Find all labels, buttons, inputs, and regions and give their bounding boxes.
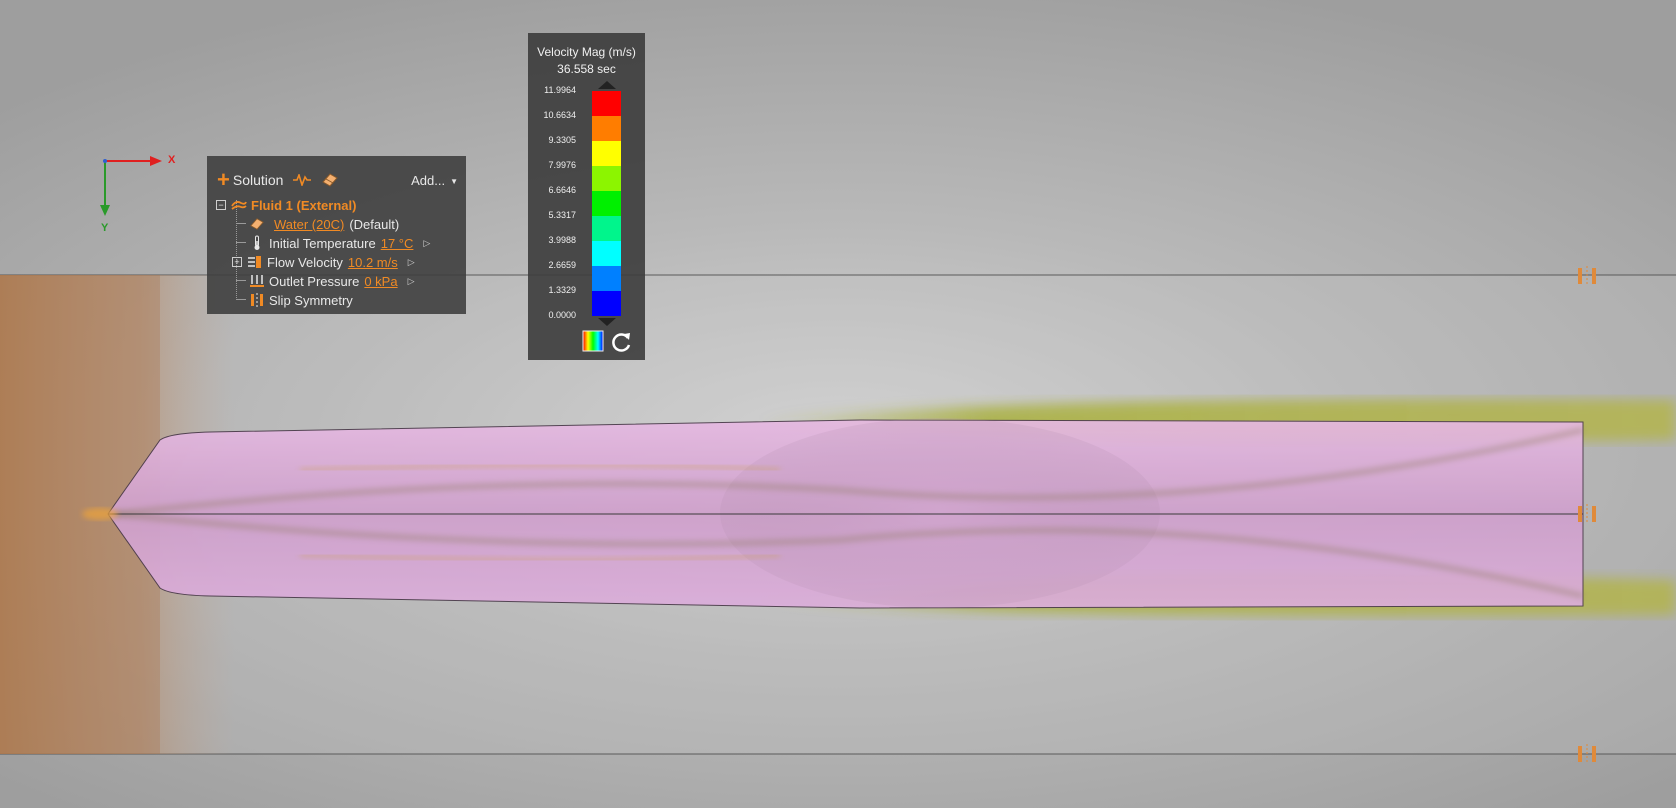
material-link[interactable]: Water (20C) xyxy=(274,217,344,232)
axis-triad xyxy=(100,156,162,216)
palette-icon[interactable] xyxy=(582,330,604,352)
y-axis-label: Y xyxy=(101,222,109,234)
x-axis-label: X xyxy=(168,154,176,166)
thermometer-icon xyxy=(249,235,265,251)
tree-connector-branch xyxy=(236,299,246,300)
legend-max-arrow-icon[interactable] xyxy=(598,81,616,89)
legend-tick-label: 7.9976 xyxy=(548,160,576,170)
stagnation-point xyxy=(82,508,118,520)
flow-velocity-icon xyxy=(247,254,263,270)
legend-color-swatch xyxy=(592,266,621,291)
outlet-pressure-icon xyxy=(249,273,265,289)
y-axis-arrow xyxy=(100,205,110,216)
legend-color-swatch xyxy=(592,116,621,141)
tree-item-material[interactable]: Water (20C) (Default) xyxy=(249,215,399,233)
solution-header: + Solution Add... ▼ xyxy=(217,169,458,191)
tree-item-slip-symmetry[interactable]: Slip Symmetry xyxy=(249,291,353,309)
material-eraser-icon[interactable] xyxy=(321,172,339,188)
expand-arrow-icon[interactable]: ▷ xyxy=(408,257,415,268)
solution-tree-panel: + Solution Add... ▼ − Fluid 1 (External) … xyxy=(207,156,466,314)
legend-title: Velocity Mag (m/s) xyxy=(537,45,636,59)
initial-temperature-value[interactable]: 17 °C xyxy=(381,236,414,251)
solution-label[interactable]: Solution xyxy=(233,172,284,188)
tree-connector-branch xyxy=(236,280,246,281)
legend-color-swatch xyxy=(592,91,621,116)
chevron-down-icon: ▼ xyxy=(450,176,458,186)
reset-icon[interactable] xyxy=(610,330,634,354)
slip-symmetry-marker-top[interactable] xyxy=(1578,266,1596,286)
slip-symmetry-icon xyxy=(249,292,265,308)
legend-color-swatch xyxy=(592,241,621,266)
flow-velocity-label: Flow Velocity xyxy=(267,254,343,270)
legend-tick-label: 1.3329 xyxy=(548,285,576,295)
waveform-icon[interactable] xyxy=(293,174,312,186)
axis-origin xyxy=(103,159,107,163)
legend-min-arrow-icon[interactable] xyxy=(598,318,616,326)
tree-item-outlet-pressure[interactable]: Outlet Pressure 0 kPa ▷ xyxy=(249,272,415,290)
legend-color-swatch xyxy=(592,166,621,191)
legend-tick-label: 11.9964 xyxy=(544,85,576,95)
fluid-flow-icon xyxy=(231,197,247,213)
add-solution-icon[interactable]: + xyxy=(217,169,230,191)
legend-color-swatch xyxy=(592,291,621,316)
tree-connector-branch xyxy=(236,223,246,224)
expand-arrow-icon[interactable]: ▷ xyxy=(408,276,415,287)
legend-tick-label: 10.6634 xyxy=(543,110,576,120)
flow-velocity-value[interactable]: 10.2 m/s xyxy=(348,255,398,270)
initial-temperature-label: Initial Temperature xyxy=(269,235,376,251)
add-label: Add... xyxy=(411,172,446,188)
outlet-pressure-value[interactable]: 0 kPa xyxy=(364,274,397,289)
legend-tick-label: 0.0000 xyxy=(548,310,576,320)
simulation-viewport[interactable]: X Y xyxy=(0,0,1676,808)
legend-tick-label: 6.6646 xyxy=(548,185,576,195)
material-icon xyxy=(249,216,265,232)
fluid-label: Fluid 1 (External) xyxy=(251,197,357,213)
slip-symmetry-label: Slip Symmetry xyxy=(269,292,353,308)
outlet-pressure-label: Outlet Pressure xyxy=(269,273,360,289)
legend-time: 36.558 sec xyxy=(557,62,616,76)
tree-item-flow-velocity[interactable]: + Flow Velocity 10.2 m/s ▷ xyxy=(232,253,415,271)
add-dropdown-button[interactable]: Add... ▼ xyxy=(411,173,458,188)
expand-toggle[interactable]: + xyxy=(232,257,242,267)
velocity-legend[interactable]: Velocity Mag (m/s) 36.558 sec 11.9964 10.… xyxy=(528,33,645,360)
expand-arrow-icon[interactable]: ▷ xyxy=(423,238,430,249)
legend-tick-label: 3.9988 xyxy=(548,235,576,245)
collapse-toggle[interactable]: − xyxy=(216,200,226,210)
tree-item-fluid[interactable]: − Fluid 1 (External) xyxy=(216,196,356,214)
legend-tick-label: 9.3305 xyxy=(548,135,576,145)
legend-color-swatch xyxy=(592,141,621,166)
legend-tick-label: 5.3317 xyxy=(548,210,576,220)
flow-field-canvas xyxy=(0,156,1676,764)
hull-bulge xyxy=(720,418,1160,608)
tree-item-initial-temperature[interactable]: Initial Temperature 17 °C ▷ xyxy=(249,234,430,252)
material-suffix: (Default) xyxy=(349,216,400,232)
x-axis-arrow xyxy=(150,156,162,166)
legend-tick-label: 2.6659 xyxy=(548,260,576,270)
legend-color-swatch xyxy=(592,191,621,216)
tree-connector-vertical xyxy=(236,200,237,300)
tree-connector-branch xyxy=(236,242,246,243)
legend-color-swatch xyxy=(592,216,621,241)
